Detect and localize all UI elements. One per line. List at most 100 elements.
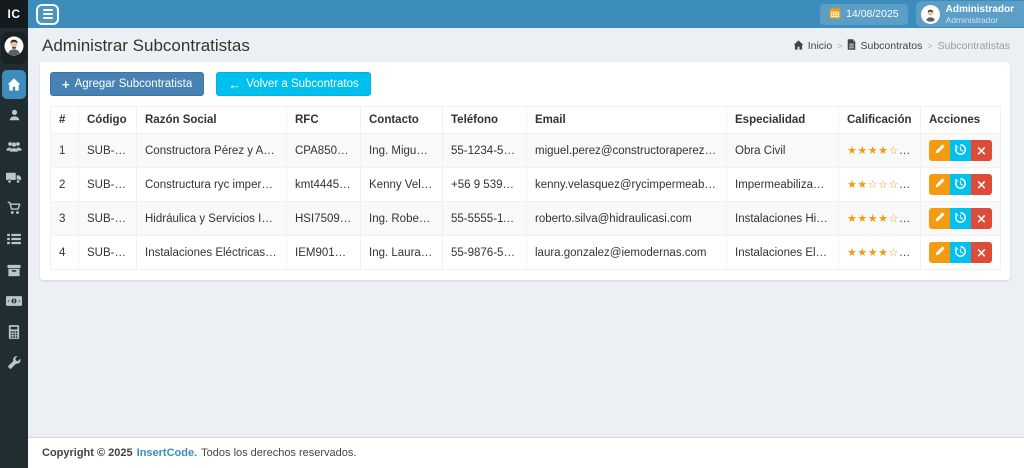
subcontratistas-card: + Agregar Subcontratista ← Volver a Subc… xyxy=(40,62,1010,280)
truck-icon xyxy=(6,171,22,184)
footer-text: Todos los derechos reservados. xyxy=(201,447,356,459)
star-rating: ★★★★☆ xyxy=(847,212,910,225)
cell-email: miguel.perez@constructoraperez.com xyxy=(527,134,727,168)
sidebar-item-cart[interactable] xyxy=(2,193,26,223)
calculator-icon xyxy=(8,325,20,339)
footer-copyright: Copyright © 2025 xyxy=(42,447,133,459)
delete-x-icon: × xyxy=(976,245,987,260)
plus-icon: + xyxy=(62,78,70,91)
user-menu[interactable]: Administrador Administrador xyxy=(916,1,1024,27)
history-button[interactable] xyxy=(950,140,971,161)
breadcrumb-inicio[interactable]: Inicio xyxy=(793,40,833,53)
sidebar-item-calculator[interactable] xyxy=(2,317,26,347)
sidebar-item-home[interactable] xyxy=(2,70,26,99)
cell-codigo: SUB-002 xyxy=(79,236,137,270)
top-navbar: 14/08/2025 Administrador Administrador xyxy=(28,0,1024,28)
wrench-icon xyxy=(7,356,21,370)
cell-telefono: 55-9876-5432 xyxy=(443,236,527,270)
star-rating: ★★☆☆☆ xyxy=(847,178,910,191)
subcontratistas-table: # Código Razón Social RFC Contacto Teléf… xyxy=(50,106,1001,270)
delete-x-icon: × xyxy=(976,177,987,192)
cell-acciones: × xyxy=(921,168,1001,202)
cell-acciones: × xyxy=(921,134,1001,168)
breadcrumb-subcontratos[interactable]: Subcontratos xyxy=(847,39,922,53)
cell-contacto: Ing. Laura González xyxy=(361,236,443,270)
shopping-cart-icon xyxy=(7,201,21,215)
history-icon xyxy=(954,143,967,159)
date-display[interactable]: 14/08/2025 xyxy=(820,4,908,25)
cell-num: 3 xyxy=(51,202,79,236)
menu-toggle-button[interactable] xyxy=(36,4,59,25)
cell-calificacion: ★★★★☆ (4.50) xyxy=(839,134,921,168)
history-button[interactable] xyxy=(950,208,971,229)
breadcrumb-separator: > xyxy=(927,41,932,51)
archive-box-icon xyxy=(7,264,21,277)
cell-calificacion: ★★☆☆☆ (2.00) xyxy=(839,168,921,202)
col-razon-social: Razón Social xyxy=(137,107,287,134)
cell-email: kenny.velasquez@rycimpermeabilizaciones.… xyxy=(527,168,727,202)
edit-button[interactable] xyxy=(929,174,950,195)
app-logo[interactable]: IC xyxy=(0,0,28,28)
table-header-row: # Código Razón Social RFC Contacto Teléf… xyxy=(51,107,1001,134)
cell-email: roberto.silva@hidraulicasi.com xyxy=(527,202,727,236)
cell-rfc: HSI750920EF3 xyxy=(287,202,361,236)
sidebar-item-users[interactable] xyxy=(2,131,26,161)
cell-rfc: kmt4445533 xyxy=(287,168,361,202)
arrow-left-icon: ← xyxy=(228,78,241,91)
sidebar-item-truck[interactable] xyxy=(2,162,26,192)
sidebar-item-tools[interactable] xyxy=(2,348,26,378)
back-to-subcontratos-button[interactable]: ← Volver a Subcontratos xyxy=(216,72,371,96)
cell-num: 4 xyxy=(51,236,79,270)
cell-telefono: 55-5555-1111 xyxy=(443,202,527,236)
file-icon xyxy=(847,39,856,53)
footer: Copyright © 2025 InsertCode. Todos los d… xyxy=(28,437,1024,468)
add-subcontratista-button[interactable]: + Agregar Subcontratista xyxy=(50,72,204,96)
cell-especialidad: Impermeabilización xyxy=(727,168,839,202)
cell-telefono: +56 9 5393 7952 xyxy=(443,168,527,202)
delete-button[interactable]: × xyxy=(971,208,992,229)
col-num: # xyxy=(51,107,79,134)
user-avatar-icon xyxy=(4,36,24,61)
edit-button[interactable] xyxy=(929,208,950,229)
history-icon xyxy=(954,245,967,261)
calendar-icon xyxy=(829,7,841,22)
cell-acciones: × xyxy=(921,202,1001,236)
user-name: Administrador xyxy=(946,4,1014,15)
sidebar-item-money[interactable] xyxy=(2,286,26,316)
delete-button[interactable]: × xyxy=(971,242,992,263)
col-email: Email xyxy=(527,107,727,134)
table-row: 1SUB-001Constructora Pérez y Asociados S… xyxy=(51,134,1001,168)
delete-button[interactable]: × xyxy=(971,174,992,195)
breadcrumb-current: Subcontratistas xyxy=(938,40,1010,52)
cell-num: 2 xyxy=(51,168,79,202)
history-icon xyxy=(954,211,967,227)
cell-email: laura.gonzalez@iemodernas.com xyxy=(527,236,727,270)
delete-button[interactable]: × xyxy=(971,140,992,161)
breadcrumb: Inicio > Subcontratos > Subcontratistas xyxy=(793,39,1010,53)
sidebar-item-archive[interactable] xyxy=(2,255,26,285)
footer-brand-link[interactable]: InsertCode. xyxy=(137,447,198,459)
content-wrapper: Administrar Subcontratistas Inicio > Sub… xyxy=(28,28,1024,468)
table-row: 4SUB-002Instalaciones Eléctricas Moderna… xyxy=(51,236,1001,270)
history-button[interactable] xyxy=(950,242,971,263)
edit-button[interactable] xyxy=(929,242,950,263)
users-icon xyxy=(6,140,22,153)
pencil-icon xyxy=(934,245,946,260)
user-role: Administrador xyxy=(946,15,1014,25)
star-rating: ★★★★☆ xyxy=(847,144,910,157)
history-button[interactable] xyxy=(950,174,971,195)
list-icon xyxy=(7,233,21,245)
sidebar-user-avatar[interactable] xyxy=(1,32,27,64)
cell-contacto: Ing. Miguel Pérez xyxy=(361,134,443,168)
pencil-icon xyxy=(934,211,946,226)
cell-calificacion: ★★★★☆ (4.80) xyxy=(839,236,921,270)
edit-button[interactable] xyxy=(929,140,950,161)
sidebar: IC xyxy=(0,0,28,468)
user-icon xyxy=(8,108,21,122)
delete-x-icon: × xyxy=(976,143,987,158)
cell-calificacion: ★★★★☆ (4.20) xyxy=(839,202,921,236)
sidebar-item-list[interactable] xyxy=(2,224,26,254)
star-rating: ★★★★☆ xyxy=(847,246,910,259)
money-bill-icon xyxy=(6,296,22,306)
sidebar-item-user[interactable] xyxy=(2,100,26,130)
